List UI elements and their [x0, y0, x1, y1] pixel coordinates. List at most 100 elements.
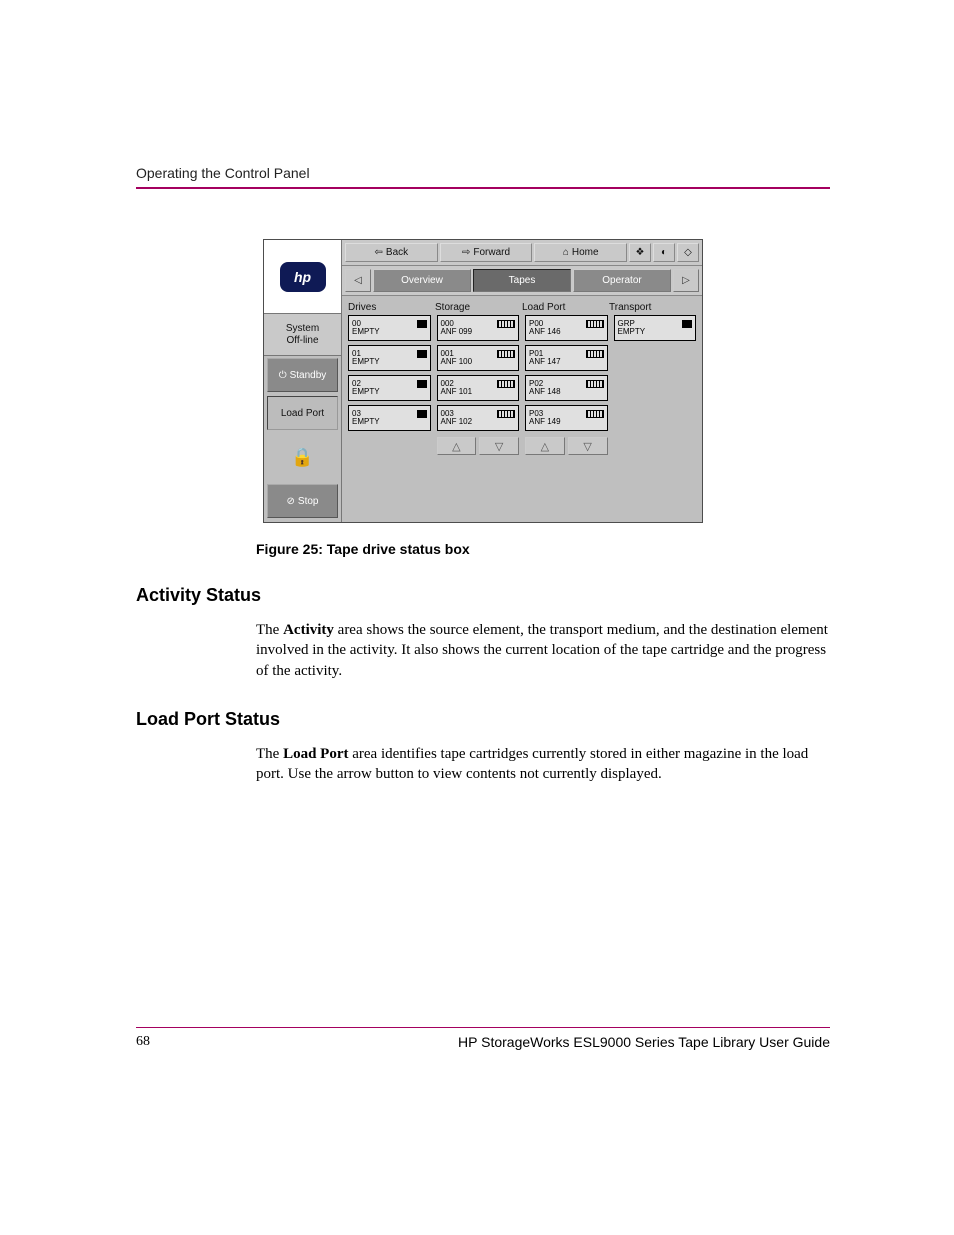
slot-state: EMPTY: [618, 328, 693, 336]
slot-label: ANF 146: [529, 328, 604, 336]
diamond-icon: ◇: [684, 247, 692, 258]
settings-button[interactable]: ◇: [677, 243, 699, 262]
drive-slot[interactable]: 00EMPTY: [348, 315, 431, 341]
storage-slot[interactable]: 002ANF 101: [437, 375, 520, 401]
cartridge-icon: [586, 410, 604, 418]
slot-state: EMPTY: [352, 418, 427, 426]
gui-toolbar: ⇦ Back ⇨ Forward ⌂ Home ❖ ◐ ◇: [342, 240, 702, 266]
slot-label: ANF 149: [529, 418, 604, 426]
slot-label: ANF 101: [441, 388, 516, 396]
drive-slot[interactable]: 01EMPTY: [348, 345, 431, 371]
col-loadport: P00ANF 146 P01ANF 147 P02ANF 148 P03ANF …: [525, 315, 608, 455]
storage-slot[interactable]: 001ANF 100: [437, 345, 520, 371]
loadport-slot[interactable]: P00ANF 146: [525, 315, 608, 341]
loadport-up-button[interactable]: △: [525, 437, 565, 455]
col-drives: 00EMPTY 01EMPTY 02EMPTY 03EMPTY: [348, 315, 431, 455]
header-transport: Transport: [609, 302, 696, 313]
tab-next-button[interactable]: ▷: [673, 269, 699, 292]
header-storage: Storage: [435, 302, 522, 313]
cartridge-icon: [586, 320, 604, 328]
para-bold: Activity: [283, 622, 334, 638]
storage-up-button[interactable]: △: [437, 437, 477, 455]
tape-icon: [417, 320, 427, 328]
para-loadport: The Load Port area identifies tape cartr…: [256, 744, 830, 785]
slot-label: ANF 147: [529, 358, 604, 366]
cartridge-icon: [497, 380, 515, 388]
cartridge-icon: [497, 320, 515, 328]
para-activity: The Activity area shows the source eleme…: [256, 620, 830, 681]
tape-icon: [417, 410, 427, 418]
page-number: 68: [136, 1034, 150, 1050]
page-footer: 68 HP StorageWorks ESL9000 Series Tape L…: [136, 1027, 830, 1050]
tab-prev-button[interactable]: ◁: [345, 269, 371, 292]
loadport-slot[interactable]: P03ANF 149: [525, 405, 608, 431]
storage-slot[interactable]: 000ANF 099: [437, 315, 520, 341]
loadport-label: Load Port: [281, 408, 324, 419]
home-button[interactable]: ⌂ Home: [534, 243, 627, 262]
tape-icon: [417, 350, 427, 358]
triangle-up-icon: △: [541, 440, 549, 453]
storage-slot[interactable]: 003ANF 102: [437, 405, 520, 431]
figure-wrap: hp System Off-line ⏻ Standby Load Port 🔒…: [136, 239, 830, 523]
figure-caption: Figure 25: Tape drive status box: [256, 541, 830, 557]
transport-slot[interactable]: GRPEMPTY: [614, 315, 697, 341]
footer-rule: [136, 1027, 830, 1028]
col-transport: GRPEMPTY: [614, 315, 697, 455]
para-text: The: [256, 622, 283, 638]
triangle-right-icon: ▷: [682, 275, 690, 286]
slot-label: ANF 099: [441, 328, 516, 336]
para-text: The: [256, 746, 283, 762]
control-panel-gui: hp System Off-line ⏻ Standby Load Port 🔒…: [263, 239, 703, 523]
cartridge-icon: [497, 350, 515, 358]
cartridge-icon: [586, 380, 604, 388]
slot-state: EMPTY: [352, 328, 427, 336]
cartridge-icon: [586, 350, 604, 358]
header-drives: Drives: [348, 302, 435, 313]
help-button[interactable]: ❖: [629, 243, 651, 262]
col-storage: 000ANF 099 001ANF 100 002ANF 101 003ANF …: [437, 315, 520, 455]
lock-area: 🔒: [264, 432, 341, 482]
para-bold: Load Port: [283, 746, 348, 762]
drive-slot[interactable]: 02EMPTY: [348, 375, 431, 401]
tape-icon: [417, 380, 427, 388]
header-rule: [136, 187, 830, 189]
slot-label: ANF 102: [441, 418, 516, 426]
contrast-icon: ◐: [661, 247, 667, 258]
system-status: System Off-line: [264, 314, 341, 356]
help-icon: ❖: [636, 247, 645, 258]
back-button[interactable]: ⇦ Back: [345, 243, 438, 262]
tab-tapes[interactable]: Tapes: [473, 269, 571, 292]
tab-overview[interactable]: Overview: [373, 269, 471, 292]
gui-sidebar: hp System Off-line ⏻ Standby Load Port 🔒…: [264, 240, 342, 522]
stop-icon: ⊘: [287, 496, 295, 507]
triangle-left-icon: ◁: [354, 275, 362, 286]
triangle-down-icon: ▽: [495, 440, 503, 453]
storage-down-button[interactable]: ▽: [479, 437, 519, 455]
slot-label: ANF 100: [441, 358, 516, 366]
loadport-down-button[interactable]: ▽: [568, 437, 608, 455]
cartridge-icon: [497, 410, 515, 418]
tab-operator[interactable]: Operator: [573, 269, 671, 292]
lock-icon: 🔒: [291, 447, 313, 468]
contrast-button[interactable]: ◐: [653, 243, 675, 262]
heading-activity: Activity Status: [136, 585, 830, 606]
forward-button[interactable]: ⇨ Forward: [440, 243, 533, 262]
standby-label: Standby: [290, 370, 327, 381]
loadport-slot[interactable]: P02ANF 148: [525, 375, 608, 401]
guide-title: HP StorageWorks ESL9000 Series Tape Libr…: [458, 1034, 830, 1050]
home-label: Home: [572, 247, 599, 258]
gui-main: ⇦ Back ⇨ Forward ⌂ Home ❖ ◐ ◇: [342, 240, 702, 522]
standby-button[interactable]: ⏻ Standby: [267, 358, 338, 392]
power-icon: ⏻: [279, 370, 287, 381]
triangle-down-icon: ▽: [583, 440, 591, 453]
triangle-up-icon: △: [452, 440, 460, 453]
forward-arrow-icon: ⇨: [462, 247, 470, 258]
drive-slot[interactable]: 03EMPTY: [348, 405, 431, 431]
tape-icon: [682, 320, 692, 328]
home-icon: ⌂: [563, 247, 569, 258]
slot-state: EMPTY: [352, 388, 427, 396]
gui-subtabs: ◁ Overview Tapes Operator ▷: [342, 266, 702, 296]
loadport-button[interactable]: Load Port: [267, 396, 338, 430]
loadport-slot[interactable]: P01ANF 147: [525, 345, 608, 371]
stop-button[interactable]: ⊘ Stop: [267, 484, 338, 518]
